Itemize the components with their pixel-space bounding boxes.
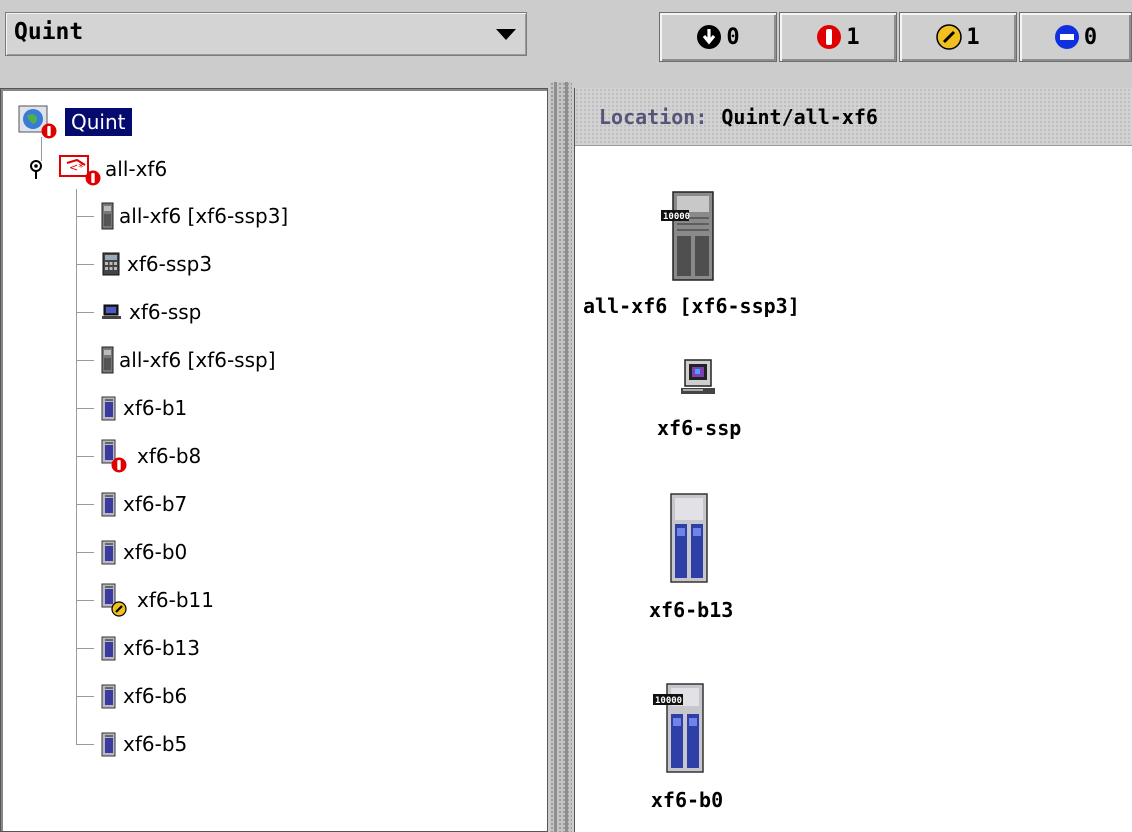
down-alarm-count: 0	[726, 24, 740, 50]
domain-select-value: Quint	[14, 19, 84, 45]
tree-node-child[interactable]: xf6-b13	[97, 631, 200, 665]
server-cabinet-icon	[97, 201, 117, 231]
tree-node-label: Quint	[65, 108, 132, 136]
server-icon	[97, 537, 121, 567]
tree-node-all-xf6[interactable]: <* all-xf6	[27, 152, 167, 186]
down-alarm-button[interactable]: 0	[659, 12, 777, 62]
pane-splitter[interactable]	[550, 82, 572, 832]
server-icon	[97, 729, 121, 759]
disabled-alarm-icon	[1054, 24, 1080, 50]
view-object-label: xf6-ssp	[657, 416, 742, 440]
server-cabinet-icon	[97, 345, 117, 375]
tree-node-child[interactable]: xf6-b5	[97, 727, 187, 761]
tree-node-child[interactable]: xf6-b0	[97, 535, 187, 569]
domain-globe-icon	[17, 104, 59, 140]
view-object-label: xf6-b0	[650, 788, 724, 812]
critical-alarm-icon	[816, 24, 842, 50]
disabled-alarm-count: 0	[1083, 24, 1098, 50]
tree-node-quint[interactable]: Quint	[17, 105, 132, 139]
tree-node-child[interactable]: xf6-b1	[97, 391, 187, 425]
view-object-label: xf6-b13	[649, 598, 734, 622]
tree-node-label: xf6-ssp3	[127, 252, 213, 276]
critical-alarm-count: 1	[846, 24, 860, 50]
minor-alarm-button[interactable]: 1	[899, 12, 1017, 62]
workstation-icon	[673, 352, 725, 410]
down-alarm-icon	[696, 24, 722, 50]
tree-connector	[76, 189, 77, 745]
hierarchy-tree-panel: Quint <* all-xf6 all-xf6 [xf6-ssp3] xf6-…	[0, 88, 548, 832]
disabled-alarm-button[interactable]: 0	[1019, 12, 1132, 62]
svg-text:10000: 10000	[663, 212, 690, 222]
view-object-xf6-b13[interactable]: xf6-b13	[649, 488, 733, 622]
tree-node-child[interactable]: xf6-b7	[97, 487, 187, 521]
tree-node-label: xf6-b7	[123, 492, 188, 516]
tree-node-child[interactable]: xf6-b11	[97, 583, 214, 617]
critical-alarm-button[interactable]: 1	[779, 12, 897, 62]
calculator-host-icon	[97, 249, 123, 279]
enterprise-10000-icon: 10000	[651, 186, 731, 288]
tree-node-child[interactable]: xf6-b8	[97, 439, 201, 473]
server-icon	[97, 489, 121, 519]
tree-node-child[interactable]: all-xf6 [xf6-ssp]	[97, 343, 276, 377]
view-object-all-xf6-ssp3[interactable]: 10000 all-xf6 [xf6-ssp3]	[583, 186, 800, 318]
enterprise-10000-blade-icon: 10000	[649, 678, 725, 782]
details-view-panel: Location: Quint/all-xf6 10000 all-xf6 [x…	[574, 88, 1132, 832]
tree-node-child[interactable]: xf6-ssp3	[97, 247, 212, 281]
tree-node-label: xf6-b8	[137, 444, 202, 468]
expand-toggle-icon[interactable]	[27, 158, 45, 180]
location-label: Location:	[599, 104, 708, 129]
location-bar: Location: Quint/all-xf6	[575, 88, 1132, 146]
server-icon	[97, 438, 135, 474]
tree-node-label: all-xf6 [xf6-ssp]	[119, 348, 276, 372]
view-object-xf6-b0[interactable]: 10000 xf6-b0	[649, 678, 725, 812]
server-icon	[97, 681, 121, 711]
tree-node-label: xf6-b11	[137, 588, 214, 612]
tree-node-label: xf6-b1	[123, 396, 188, 420]
minor-alarm-count: 1	[966, 24, 980, 50]
tree-node-label: xf6-ssp	[129, 300, 202, 324]
svg-text:10000: 10000	[655, 696, 682, 706]
server-icon	[97, 393, 121, 423]
minor-alarm-icon	[936, 24, 963, 50]
server-icon	[97, 582, 135, 618]
tree-node-label: xf6-b6	[123, 684, 188, 708]
chevron-down-icon[interactable]	[496, 29, 516, 40]
view-object-xf6-ssp[interactable]: xf6-ssp	[657, 352, 741, 440]
tree-node-label: xf6-b0	[123, 540, 188, 564]
tree-node-label: xf6-b13	[123, 636, 200, 660]
blade-server-icon	[653, 488, 729, 592]
svg-text:<*: <*	[69, 161, 84, 174]
tree-node-child[interactable]: xf6-ssp	[97, 295, 201, 329]
tree-node-child[interactable]: xf6-b6	[97, 679, 187, 713]
tree-node-label: all-xf6 [xf6-ssp3]	[119, 204, 289, 228]
server-icon	[97, 633, 121, 663]
workstation-icon	[97, 297, 127, 327]
tree-node-label: xf6-b5	[123, 732, 188, 756]
tree-node-label: all-xf6	[105, 157, 168, 181]
domain-select[interactable]: Quint	[5, 12, 527, 56]
toolbar: Quint 0 1 1 0	[0, 0, 1132, 82]
view-object-label: all-xf6 [xf6-ssp3]	[583, 294, 800, 318]
tree-node-child[interactable]: all-xf6 [xf6-ssp3]	[97, 199, 288, 233]
composite-group-icon: <*	[57, 151, 103, 187]
location-path: Quint/all-xf6	[721, 104, 878, 129]
